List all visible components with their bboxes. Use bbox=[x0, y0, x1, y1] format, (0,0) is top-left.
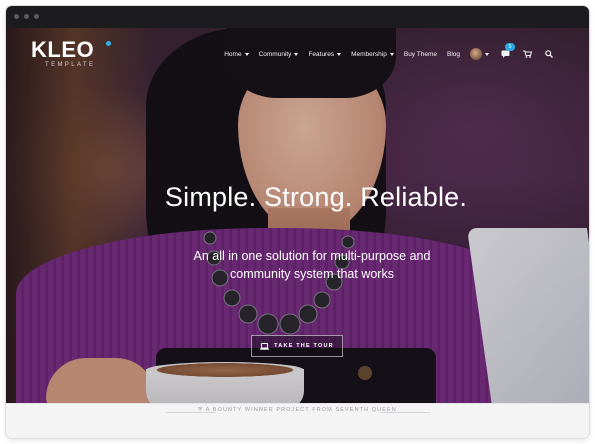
site-logo[interactable]: KLEO TEMPLATE bbox=[31, 37, 111, 68]
logo-accent-dot bbox=[106, 41, 111, 46]
search-icon bbox=[545, 50, 553, 58]
footer-credit-text[interactable]: A BOUNTY WINNER PROJECT FROM SEVENTH QUE… bbox=[206, 407, 397, 413]
notification-badge: 5 bbox=[505, 43, 515, 51]
cart-button[interactable] bbox=[521, 48, 533, 60]
user-menu[interactable] bbox=[470, 48, 489, 60]
trophy-icon: ⛨ bbox=[198, 407, 204, 413]
take-the-tour-button[interactable]: TAKE THE TOUR bbox=[251, 335, 343, 357]
messages-icon bbox=[501, 50, 509, 58]
window-close-button[interactable] bbox=[14, 14, 19, 19]
logo-wordmark: KLEO bbox=[31, 37, 95, 62]
menu-item-buy-theme[interactable]: Buy Theme bbox=[404, 51, 437, 58]
hero-tagline: An all in one solution for multi-purpose… bbox=[193, 249, 431, 281]
cta-label: TAKE THE TOUR bbox=[274, 343, 334, 349]
menu-item-blog[interactable]: Blog bbox=[447, 51, 460, 58]
menu-item-label: Home bbox=[224, 50, 242, 58]
site-header: KLEO TEMPLATE Home Community Features Me… bbox=[6, 28, 589, 80]
window-zoom-button[interactable] bbox=[34, 14, 39, 19]
cart-icon bbox=[522, 50, 532, 58]
menu-item-home[interactable]: Home bbox=[224, 50, 249, 58]
chevron-down-icon bbox=[337, 52, 342, 56]
logo-subtitle: TEMPLATE bbox=[45, 62, 96, 68]
hero-headline: Simple. Strong. Reliable. bbox=[164, 182, 468, 212]
chevron-down-icon bbox=[244, 52, 249, 56]
avatar bbox=[470, 48, 482, 60]
menu-item-label: Community bbox=[258, 50, 292, 58]
messages-button[interactable]: 5 bbox=[499, 43, 515, 60]
menu-item-label: Buy Theme bbox=[403, 50, 437, 58]
window-minimize-button[interactable] bbox=[24, 14, 29, 19]
menu-item-features[interactable]: Features bbox=[308, 50, 342, 58]
menu-item-community[interactable]: Community bbox=[259, 51, 299, 58]
search-button[interactable] bbox=[543, 48, 555, 60]
footer-credit: ⛨ A BOUNTY WINNER PROJECT FROM SEVENTH Q… bbox=[6, 407, 589, 414]
main-menu: Home Community Features Membership Buy T… bbox=[224, 43, 555, 60]
menu-item-membership[interactable]: Membership bbox=[351, 51, 394, 58]
chevron-down-icon bbox=[389, 52, 394, 56]
menu-item-label: Features bbox=[308, 50, 335, 58]
menu-item-label: Blog bbox=[446, 50, 460, 58]
window-titlebar bbox=[6, 6, 589, 28]
chevron-down-icon bbox=[294, 52, 299, 56]
chevron-down-icon bbox=[485, 52, 489, 56]
laptop-icon bbox=[260, 342, 270, 350]
menu-item-label: Membership bbox=[351, 50, 387, 58]
browser-window: KLEO TEMPLATE Home Community Features Me… bbox=[6, 6, 589, 438]
hero-section: KLEO TEMPLATE Home Community Features Me… bbox=[6, 28, 589, 403]
